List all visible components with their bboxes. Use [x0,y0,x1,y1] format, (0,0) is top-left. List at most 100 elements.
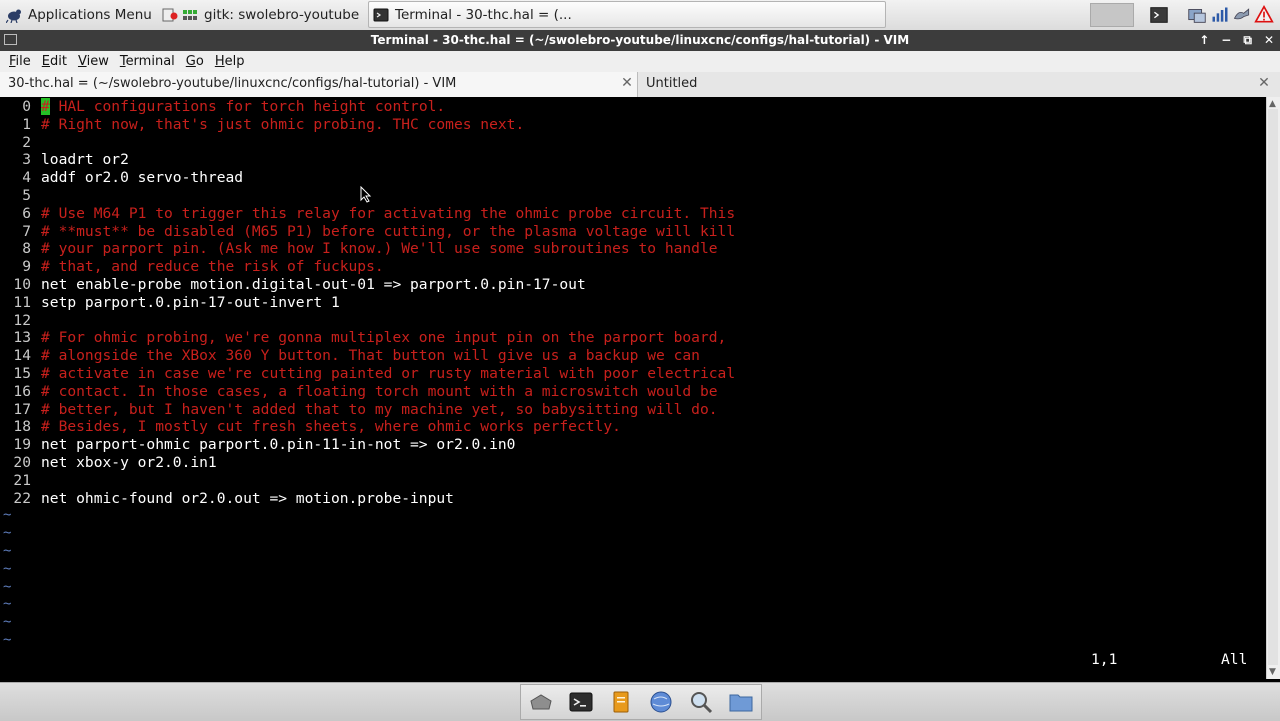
mouse-pointer-icon [360,186,372,203]
maximize-button[interactable]: ⧉ [1243,30,1252,51]
taskbar-item-terminal[interactable]: Terminal - 30-thc.hal = (... [368,1,886,28]
vim-line: 4 addf or2.0 servo-thread [0,169,243,187]
terminal-area[interactable]: 0 # HAL configurations for torch height c… [0,97,1266,679]
line-number: 5 [22,187,31,204]
code-text: addf or2.0 servo-thread [41,169,244,187]
line-number: 9 [22,258,31,276]
terminal-icon[interactable] [568,689,594,715]
vim-line: 5 [0,187,41,205]
empty-line-marker: ~ [3,525,12,542]
menu-edit[interactable]: Edit [42,54,67,69]
line-number: 0 [22,98,31,115]
window-title: Terminal - 30-thc.hal = (~/swolebro-yout… [370,33,910,47]
comment-text: # that, and reduce the risk of fuckups. [41,258,384,276]
menu-bar: File Edit View Terminal Go Help [0,51,1280,72]
tab-vim[interactable]: 30-thc.hal = (~/swolebro-youtube/linuxcn… [0,72,638,97]
code-text: net parport-ohmic parport.0.pin-11-in-no… [41,436,516,454]
menu-help[interactable]: Help [215,54,245,69]
taskbar-item-label: gitk: swolebro-youtube [204,6,360,23]
line-number: 19 [13,436,31,454]
line-number: 11 [13,293,31,311]
text-editor-icon[interactable] [608,689,634,715]
window-titlebar[interactable]: Terminal - 30-thc.hal = (~/swolebro-yout… [0,30,1280,51]
gitk-icon [183,9,197,20]
vim-line: 18 # Besides, I mostly cut fresh sheets, … [0,418,621,436]
minimize-button[interactable]: − [1221,30,1231,51]
window-menu-icon[interactable] [4,34,17,45]
vim-line: 3 loadrt or2 [0,151,129,169]
vim-line: 20 net xbox-y or2.0.in1 [0,454,217,472]
comment-text: # better, but I haven't added that to my… [41,400,718,418]
signal-bars-icon[interactable] [1210,3,1230,27]
line-number: 2 [22,133,31,151]
line-number: 6 [22,204,31,222]
vim-line: 16 # contact. In those cases, a floating … [0,383,717,401]
tab-close-icon[interactable]: ✕ [620,72,634,95]
taskbar-item-gitk[interactable]: gitk: swolebro-youtube [178,2,366,27]
terminal-tray-icon[interactable] [1148,3,1170,27]
search-icon[interactable] [688,689,714,715]
comment-text: # Besides, I mostly cut fresh sheets, wh… [41,418,621,436]
close-button[interactable]: ✕ [1264,30,1274,51]
line-number: 22 [13,489,31,507]
shade-button[interactable]: ↑ [1199,30,1209,51]
comment-text: # **must** be disabled (M65 P1) before c… [41,222,736,240]
code-text: net xbox-y or2.0.in1 [41,454,217,471]
cursor-position: 1,1 [1091,651,1118,668]
code-text: loadrt or2 [41,151,129,169]
tab-label: Untitled [646,76,698,91]
line-number: 10 [13,276,31,293]
vim-line: 0 # HAL configurations for torch height c… [0,98,445,116]
scroll-up-arrow-icon[interactable]: ▲ [1269,99,1276,109]
code-text: setp parport.0.pin-17-out-invert 1 [41,293,340,311]
vim-line: 1 # Right now, that's just ohmic probing.… [0,116,524,134]
network-icon[interactable] [1186,3,1208,27]
menu-go[interactable]: Go [186,54,204,69]
vim-line: 8 # your parport pin. (Ask me how I know.… [0,240,718,258]
vim-line: 14 # alongside the XBox 360 Y button. Tha… [0,347,700,365]
comment-text: # Right now, that's just ohmic probing. … [41,115,525,133]
power-icon[interactable] [1232,3,1252,27]
menu-file[interactable]: File [9,54,31,69]
menu-terminal[interactable]: Terminal [120,54,175,69]
line-number: 12 [13,311,31,329]
taskbar-item-label: Terminal - 30-thc.hal = (... [395,6,572,23]
comment-text: # Use M64 P1 to trigger this relay for a… [41,204,736,222]
line-number: 14 [13,347,31,365]
line-number: 1 [22,115,31,133]
empty-line-marker: ~ [3,596,12,613]
scroll-down-arrow-icon[interactable]: ▼ [1269,667,1276,677]
applications-menu-button[interactable]: Applications Menu [6,2,184,27]
tab-untitled[interactable]: Untitled ✕ [638,72,1280,97]
window-controls: ↑ − ⧉ ✕ [1199,30,1274,51]
empty-line-marker: ~ [3,632,12,648]
vim-cursor: # [41,98,50,115]
empty-line-marker: ~ [3,507,12,524]
vim-line: 13 # For ohmic probing, we're gonna multi… [0,329,726,347]
line-number: 20 [13,454,31,471]
window-placeholder[interactable] [1090,3,1134,27]
web-browser-icon[interactable] [648,689,674,715]
home-folder-icon[interactable] [528,689,554,715]
vim-line: 21 [0,472,41,490]
vim-line: 19 net parport-ohmic parport.0.pin-11-in-… [0,436,515,454]
line-number: 7 [22,222,31,240]
terminal-scrollbar[interactable]: ▲ ▼ [1266,97,1280,679]
vim-line: 15 # activate in case we're cutting paint… [0,365,735,383]
empty-line-marker: ~ [3,614,12,631]
vim-line: 2 [0,134,41,152]
line-number: 21 [13,471,31,489]
vim-line: 12 [0,312,41,330]
menu-view[interactable]: View [78,54,109,69]
comment-text: # For ohmic probing, we're gonna multipl… [41,329,727,347]
tab-close-icon[interactable]: ✕ [1257,72,1271,95]
scroll-thumb[interactable] [1268,109,1278,665]
comment-text: # your parport pin. (Ask me how I know.)… [41,240,718,258]
warning-icon[interactable] [1254,3,1274,27]
logout-icon[interactable] [162,7,178,23]
comment-text: # alongside the XBox 360 Y button. That … [41,347,700,365]
files-icon[interactable] [728,689,754,715]
line-number: 4 [22,169,31,187]
empty-line-marker: ~ [3,543,12,559]
line-number: 8 [22,240,31,258]
